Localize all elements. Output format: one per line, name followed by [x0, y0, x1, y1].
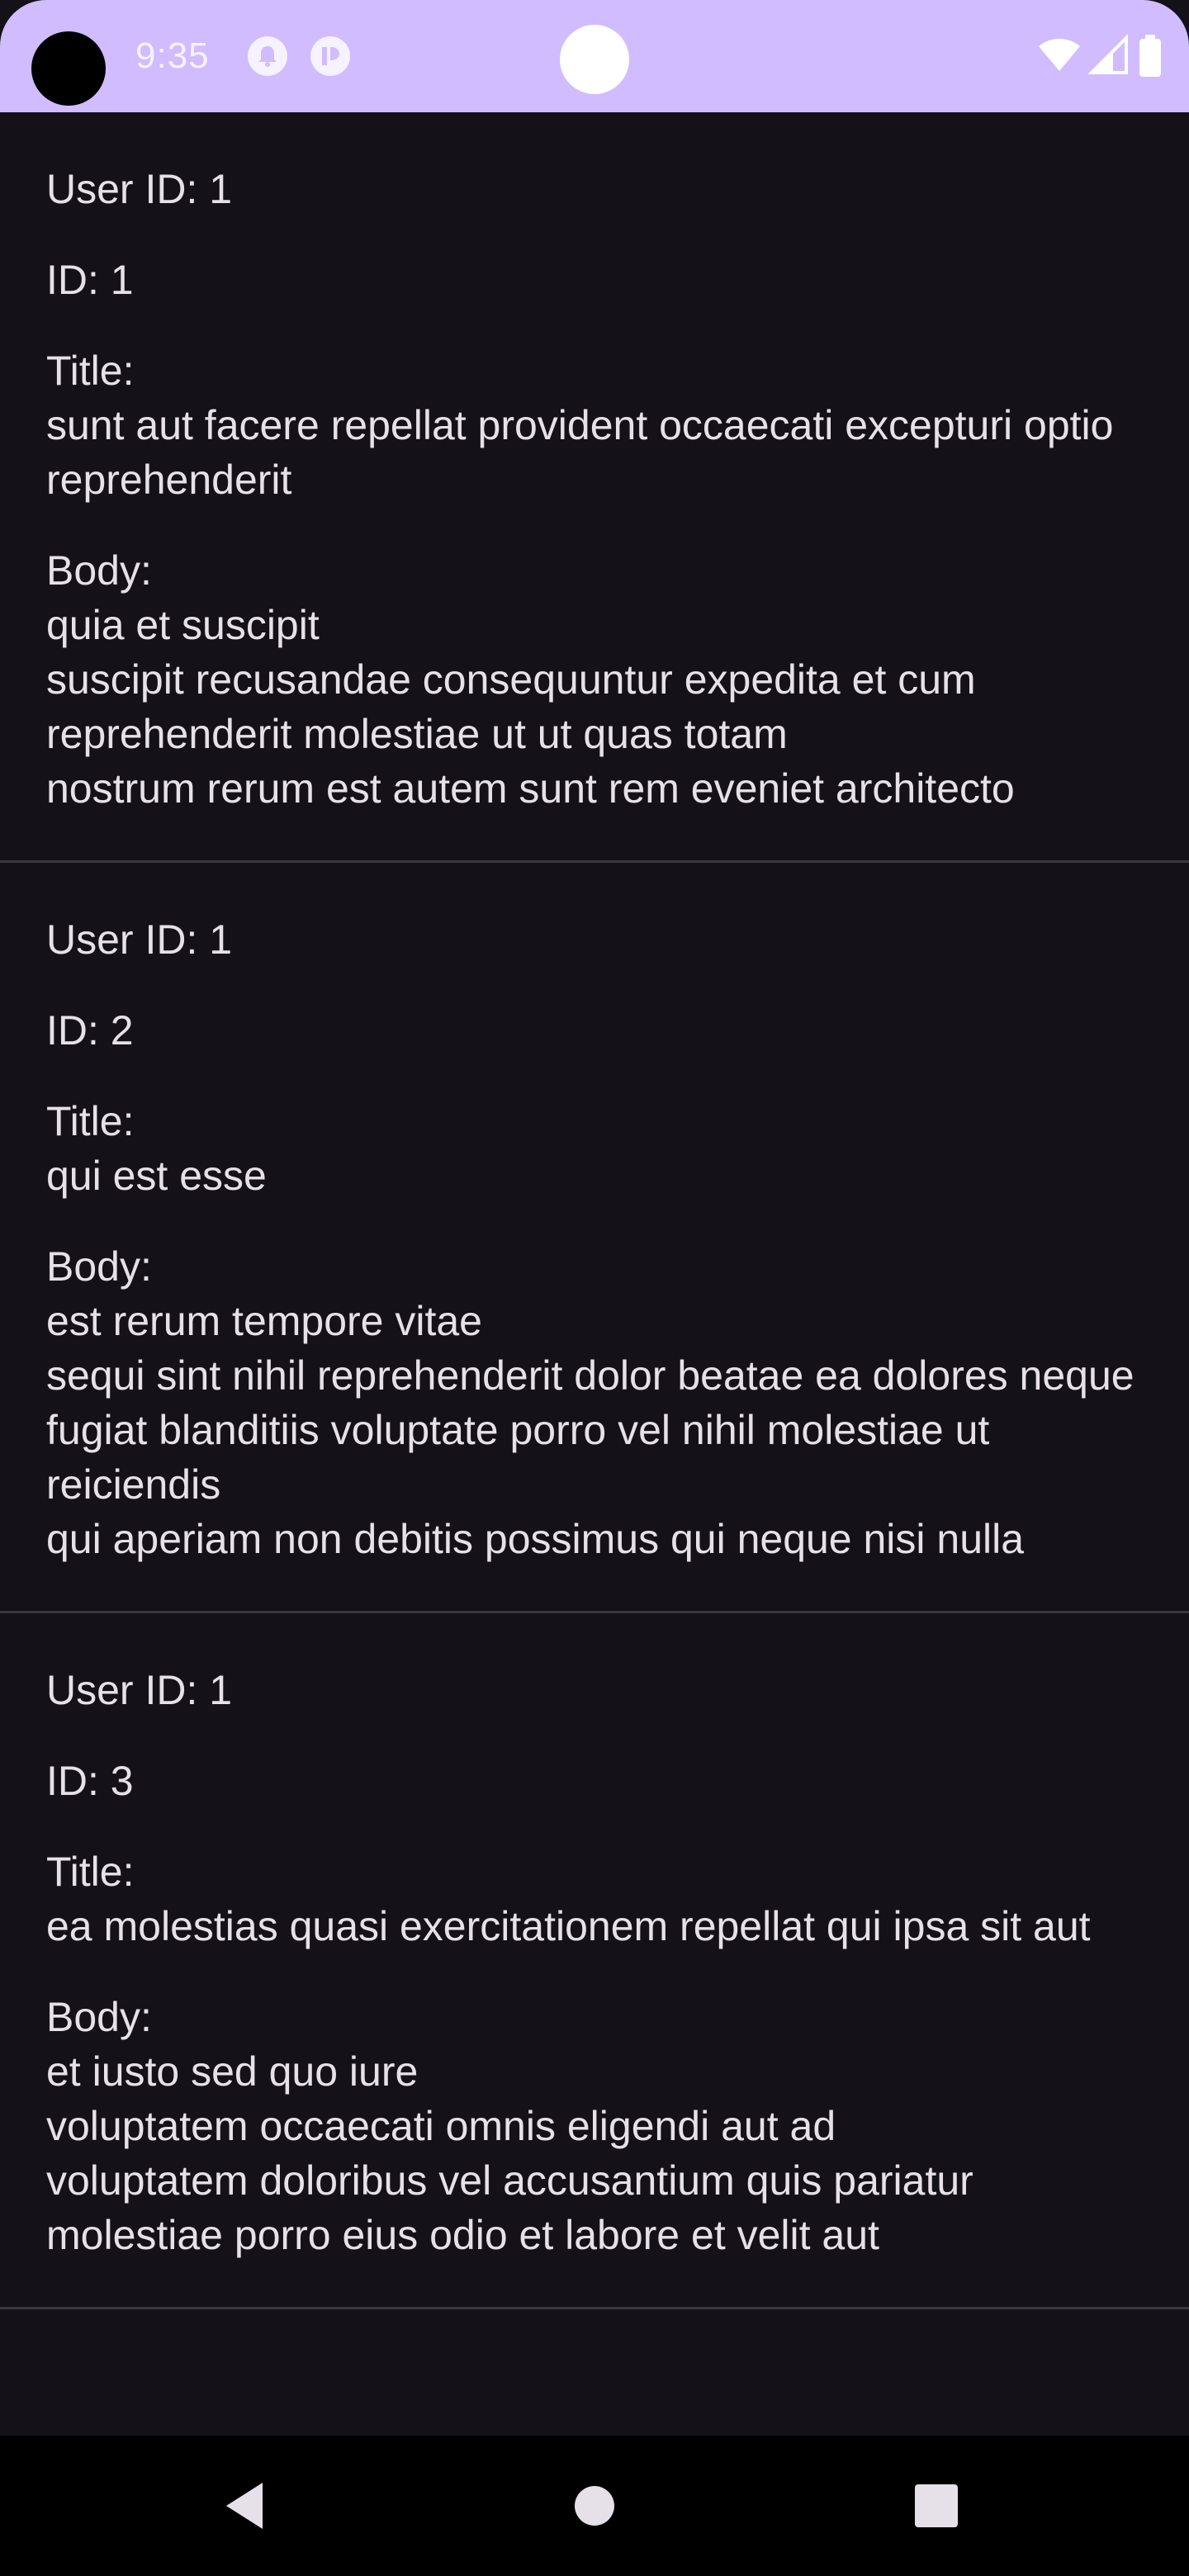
post-list[interactable]: User ID: 1 ID: 1 Title: sunt aut facere …: [0, 112, 1189, 2436]
post-title: Title: sunt aut facere repellat providen…: [46, 348, 1114, 503]
post-title: Title: qui est esse: [46, 1098, 267, 1199]
post-user-id: User ID: 1: [46, 916, 233, 963]
back-icon: [226, 2483, 263, 2529]
post-user-id: User ID: 1: [46, 166, 233, 212]
home-icon: [575, 2486, 614, 2526]
app-icon: [310, 36, 350, 76]
post-body: Body: est rerum tempore vitae sequi sint…: [46, 1243, 1135, 1562]
post-item[interactable]: User ID: 1 ID: 3 Title: ea molestias qua…: [0, 1613, 1189, 2309]
screen: 9:35 User ID: 1 ID: 1 Title: sunt aut fa…: [0, 0, 1189, 2576]
back-button[interactable]: [190, 2436, 306, 2576]
battery-icon: [1138, 33, 1163, 83]
post-id: ID: 2: [46, 1007, 134, 1054]
wifi-icon: [1037, 33, 1082, 82]
recents-icon: [915, 2484, 958, 2527]
post-id: ID: 3: [46, 1758, 134, 1804]
post-body: Body: quia et suscipit suscipit recusand…: [46, 547, 1015, 812]
camera-cutout: [31, 31, 106, 106]
home-button[interactable]: [537, 2436, 652, 2576]
status-bar: 9:35: [0, 0, 1189, 112]
center-indicator: [560, 25, 629, 94]
notification-icon: [248, 36, 287, 76]
status-time: 9:35: [135, 36, 210, 76]
post-body: Body: et iusto sed quo iure voluptatem o…: [46, 1994, 973, 2258]
post-title: Title: ea molestias quasi exercitationem…: [46, 1849, 1091, 1949]
signal-icon: [1087, 33, 1130, 82]
recents-button[interactable]: [879, 2436, 994, 2576]
navigation-bar: [0, 2436, 1189, 2576]
post-item[interactable]: User ID: 1 ID: 1 Title: sunt aut facere …: [0, 112, 1189, 863]
post-id: ID: 1: [46, 257, 134, 303]
post-user-id: User ID: 1: [46, 1667, 233, 1713]
post-item[interactable]: User ID: 1 ID: 2 Title: qui est esse Bod…: [0, 863, 1189, 1613]
